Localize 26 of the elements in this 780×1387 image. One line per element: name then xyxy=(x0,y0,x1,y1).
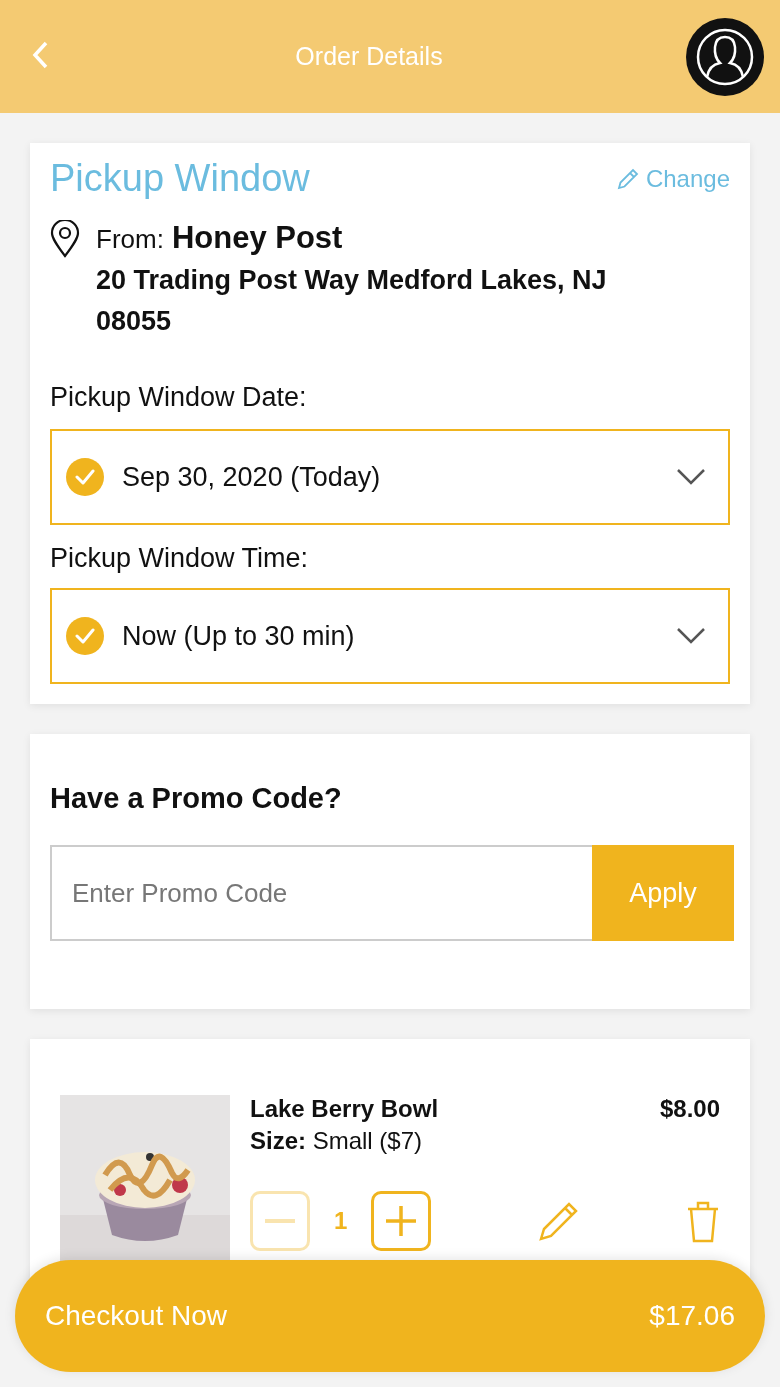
item-name: Lake Berry Bowl xyxy=(250,1095,439,1123)
location-pin-icon xyxy=(50,220,80,258)
trash-icon[interactable] xyxy=(686,1199,720,1243)
change-link[interactable]: Change xyxy=(615,164,730,193)
pencil-icon xyxy=(615,166,640,191)
promo-code-field[interactable]: Enter Promo Code xyxy=(50,845,592,941)
chevron-down-icon xyxy=(676,627,706,645)
section-title: Pickup Window xyxy=(50,157,310,200)
field-label: Pickup Window Date: xyxy=(50,382,308,413)
promo-title: Have a Promo Code? xyxy=(50,782,343,815)
plus-icon xyxy=(386,1206,417,1236)
store-address: 20 Trading Post Way Medford Lakes, NJ 08055 xyxy=(96,264,608,338)
quantity-value: 1 xyxy=(334,1207,348,1235)
dropdown-field[interactable]: Sep 30, 2020 (Today) xyxy=(50,429,730,525)
dropdown-field[interactable]: Now (Up to 30 min) xyxy=(50,588,730,684)
item-price: $8.00 xyxy=(659,1095,720,1123)
page-title: Order Details xyxy=(295,42,443,71)
field-label: Pickup Window Time: xyxy=(50,543,310,574)
checkout-button[interactable]: Checkout Now $17.06 xyxy=(15,1260,765,1372)
increase-button[interactable] xyxy=(371,1191,432,1251)
store-name: Honey Post xyxy=(171,220,343,256)
minus-icon xyxy=(265,1219,295,1223)
from-label: From: xyxy=(96,224,164,255)
item-size: Size: Small ($7) xyxy=(250,1127,424,1155)
apply-button[interactable]: Apply xyxy=(592,845,734,941)
chevron-down-icon xyxy=(676,468,706,486)
